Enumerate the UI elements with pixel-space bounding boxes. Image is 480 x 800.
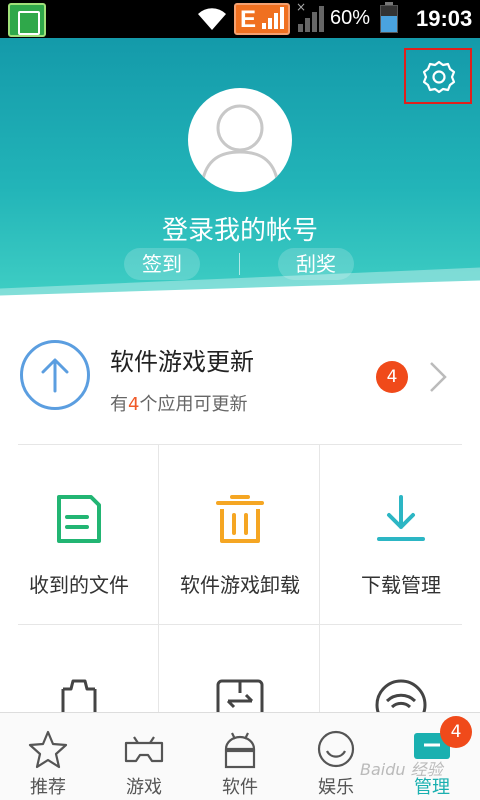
network-type-letter: E bbox=[240, 6, 257, 33]
battery-percent: 60% bbox=[330, 7, 371, 29]
grid-divider bbox=[319, 444, 320, 712]
tile-uninstall[interactable]: 软件游戏卸载 bbox=[165, 445, 315, 623]
battery-icon bbox=[380, 2, 398, 33]
avatar[interactable] bbox=[188, 88, 292, 192]
status-bar: E × 60% 19:03 bbox=[0, 0, 480, 38]
nav-label: 软件 bbox=[222, 777, 258, 798]
watermark: Baidu 经验 bbox=[360, 760, 443, 779]
update-title: 软件游戏更新 bbox=[110, 348, 254, 376]
tile-label: 收到的文件 bbox=[29, 573, 129, 597]
app-update-row[interactable]: 软件游戏更新 有4个应用可更新 4 bbox=[0, 312, 480, 442]
download-icon bbox=[377, 495, 425, 541]
scratch-lottery-button[interactable]: 刮奖 bbox=[278, 248, 354, 280]
update-subtitle: 有4个应用可更新 bbox=[110, 394, 248, 415]
star-icon bbox=[28, 730, 68, 769]
manage-count-badge: 4 bbox=[440, 716, 472, 748]
update-count-badge: 4 bbox=[376, 361, 408, 393]
clock: 19:03 bbox=[416, 6, 473, 31]
app-notification-icon bbox=[8, 3, 46, 37]
update-icon bbox=[20, 340, 90, 410]
nav-software[interactable]: 软件 bbox=[192, 713, 288, 800]
smiley-icon bbox=[317, 730, 355, 768]
nav-recommend[interactable]: 推荐 bbox=[0, 713, 96, 800]
chevron-right-icon bbox=[430, 362, 447, 392]
user-silhouette-icon bbox=[200, 104, 280, 185]
android-icon bbox=[224, 732, 256, 769]
profile-header: 登录我的帐号 签到 刮奖 bbox=[0, 38, 480, 308]
tile-label: 软件游戏卸载 bbox=[180, 573, 300, 597]
tile-wifi[interactable] bbox=[326, 625, 476, 715]
trash-icon bbox=[216, 495, 264, 543]
signal-strength-icon bbox=[296, 4, 324, 32]
login-link[interactable]: 登录我的帐号 bbox=[0, 210, 480, 247]
tile-received-files[interactable]: 收到的文件 bbox=[4, 445, 154, 623]
received-file-icon bbox=[57, 495, 101, 543]
tile-label: 下载管理 bbox=[361, 573, 441, 597]
wifi-share-icon bbox=[375, 679, 427, 715]
nav-label: 推荐 bbox=[30, 777, 66, 798]
grid-divider bbox=[158, 444, 159, 712]
tile-clipboard[interactable] bbox=[4, 625, 154, 715]
sign-in-button[interactable]: 签到 bbox=[124, 248, 200, 280]
nav-label: 游戏 bbox=[126, 777, 162, 798]
wifi-icon bbox=[198, 8, 226, 30]
clipboard-icon bbox=[61, 679, 97, 715]
update-count: 4 bbox=[128, 394, 140, 415]
settings-button[interactable] bbox=[404, 48, 472, 104]
gear-icon bbox=[422, 60, 456, 94]
network-type-icon: E bbox=[234, 3, 290, 35]
divider bbox=[239, 253, 240, 275]
gamepad-icon bbox=[124, 736, 164, 763]
tile-download-manager[interactable]: 下载管理 bbox=[326, 445, 476, 623]
nav-games[interactable]: 游戏 bbox=[96, 713, 192, 800]
tile-transfer[interactable] bbox=[165, 625, 315, 715]
transfer-icon bbox=[216, 679, 264, 715]
